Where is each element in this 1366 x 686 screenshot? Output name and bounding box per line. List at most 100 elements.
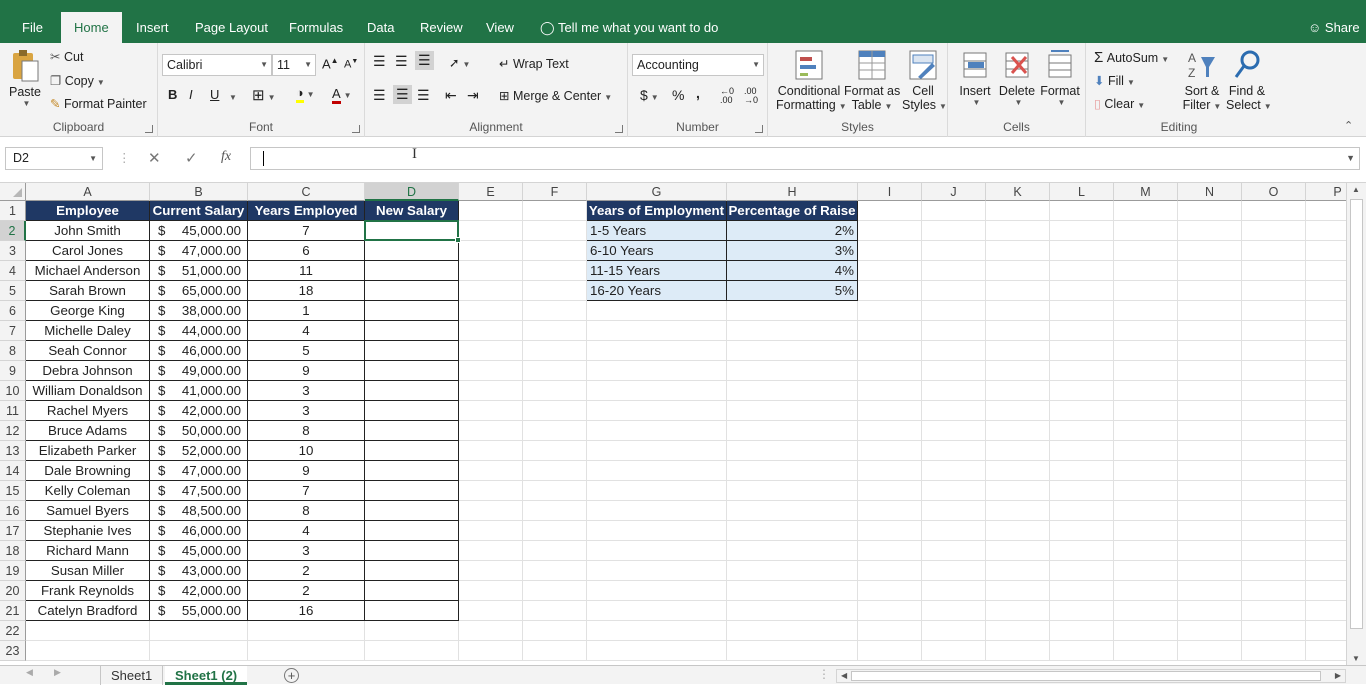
hscroll-thumb[interactable]: [851, 671, 1321, 681]
current-salary-cell[interactable]: $47,000.00: [150, 461, 248, 481]
new-salary-cell[interactable]: [365, 501, 459, 521]
cell-h8[interactable]: [727, 341, 858, 361]
cell-i14[interactable]: [858, 461, 922, 481]
cell-p15[interactable]: [1306, 481, 1346, 501]
row-header-9[interactable]: 9: [0, 361, 26, 381]
years-employed-cell[interactable]: 18: [248, 281, 365, 301]
current-salary-cell[interactable]: $44,000.00: [150, 321, 248, 341]
row-header-17[interactable]: 17: [0, 521, 26, 541]
cell-f19[interactable]: [523, 561, 587, 581]
cell-f12[interactable]: [523, 421, 587, 441]
cell-m2[interactable]: [1114, 221, 1178, 241]
employee-name-cell[interactable]: Michael Anderson: [26, 261, 150, 281]
cell-k18[interactable]: [986, 541, 1050, 561]
grow-font-button[interactable]: A▲: [322, 56, 339, 71]
cell-d23[interactable]: [365, 641, 459, 661]
cell-p14[interactable]: [1306, 461, 1346, 481]
cell-f11[interactable]: [523, 401, 587, 421]
percent-button[interactable]: %: [672, 87, 684, 103]
fill-button[interactable]: ⬇ Fill ▼: [1094, 73, 1135, 88]
cell-o13[interactable]: [1242, 441, 1306, 461]
row-header-19[interactable]: 19: [0, 561, 26, 581]
align-center-button[interactable]: ☰: [393, 85, 412, 104]
table-header-cell[interactable]: New Salary: [365, 201, 459, 221]
cell-o2[interactable]: [1242, 221, 1306, 241]
cell-h13[interactable]: [727, 441, 858, 461]
cell-f4[interactable]: [523, 261, 587, 281]
comma-button[interactable]: ,: [696, 85, 700, 101]
cell-h9[interactable]: [727, 361, 858, 381]
cell-p9[interactable]: [1306, 361, 1346, 381]
orientation-button[interactable]: ➚ ▼: [449, 55, 470, 70]
cell-n6[interactable]: [1178, 301, 1242, 321]
decrease-decimal-button[interactable]: .00 →0: [744, 87, 758, 105]
cell-m4[interactable]: [1114, 261, 1178, 281]
cell-i2[interactable]: [858, 221, 922, 241]
cell-n15[interactable]: [1178, 481, 1242, 501]
align-left-button[interactable]: ☰: [373, 87, 386, 104]
new-sheet-icon[interactable]: +: [284, 668, 299, 683]
cell-g11[interactable]: [587, 401, 727, 421]
cell-e17[interactable]: [459, 521, 523, 541]
row-header-7[interactable]: 7: [0, 321, 26, 341]
cell-c23[interactable]: [248, 641, 365, 661]
cell-n9[interactable]: [1178, 361, 1242, 381]
cell-f20[interactable]: [523, 581, 587, 601]
row-header-14[interactable]: 14: [0, 461, 26, 481]
years-employed-cell[interactable]: 8: [248, 501, 365, 521]
row-header-21[interactable]: 21: [0, 601, 26, 621]
new-salary-cell[interactable]: [365, 361, 459, 381]
cell-o3[interactable]: [1242, 241, 1306, 261]
cell-k2[interactable]: [986, 221, 1050, 241]
cell-f18[interactable]: [523, 541, 587, 561]
cell-o11[interactable]: [1242, 401, 1306, 421]
cell-n12[interactable]: [1178, 421, 1242, 441]
cell-m13[interactable]: [1114, 441, 1178, 461]
current-salary-cell[interactable]: $45,000.00: [150, 541, 248, 561]
current-salary-cell[interactable]: $41,000.00: [150, 381, 248, 401]
cell-i19[interactable]: [858, 561, 922, 581]
cell-k16[interactable]: [986, 501, 1050, 521]
cell-i9[interactable]: [858, 361, 922, 381]
share-button[interactable]: ☺ Share: [1306, 12, 1362, 43]
years-employed-cell[interactable]: 6: [248, 241, 365, 261]
cell-p20[interactable]: [1306, 581, 1346, 601]
cell-e4[interactable]: [459, 261, 523, 281]
underline-button[interactable]: U: [210, 87, 219, 102]
years-employed-cell[interactable]: 7: [248, 481, 365, 501]
tab-view[interactable]: View: [484, 12, 516, 43]
raise-range-cell[interactable]: 1-5 Years: [587, 221, 727, 241]
cell-o23[interactable]: [1242, 641, 1306, 661]
font-size-select[interactable]: 11 ▼: [272, 54, 316, 76]
cell-j10[interactable]: [922, 381, 986, 401]
employee-name-cell[interactable]: Kelly Coleman: [26, 481, 150, 501]
cell-n18[interactable]: [1178, 541, 1242, 561]
cell-e2[interactable]: [459, 221, 523, 241]
tab-file[interactable]: File: [20, 12, 45, 43]
cell-p10[interactable]: [1306, 381, 1346, 401]
cell-l13[interactable]: [1050, 441, 1114, 461]
employee-name-cell[interactable]: Dale Browning: [26, 461, 150, 481]
employee-name-cell[interactable]: Richard Mann: [26, 541, 150, 561]
cell-f15[interactable]: [523, 481, 587, 501]
column-header-e[interactable]: E: [459, 183, 523, 201]
cell-e20[interactable]: [459, 581, 523, 601]
column-header-k[interactable]: K: [986, 183, 1050, 201]
insert-function-button[interactable]: fx: [221, 149, 231, 165]
current-salary-cell[interactable]: $42,000.00: [150, 401, 248, 421]
worksheet-grid[interactable]: ABCDEFGHIJKLMNOP 1 2 3 4 5 6 7 8 9 10 11 12 13 14 15 16…: [0, 183, 1346, 665]
cell-p8[interactable]: [1306, 341, 1346, 361]
cell-m21[interactable]: [1114, 601, 1178, 621]
employee-name-cell[interactable]: Bruce Adams: [26, 421, 150, 441]
employee-name-cell[interactable]: Stephanie Ives: [26, 521, 150, 541]
cell-f23[interactable]: [523, 641, 587, 661]
years-employed-cell[interactable]: 1: [248, 301, 365, 321]
cell-j9[interactable]: [922, 361, 986, 381]
years-employed-cell[interactable]: 10: [248, 441, 365, 461]
cell-k21[interactable]: [986, 601, 1050, 621]
cell-l3[interactable]: [1050, 241, 1114, 261]
expand-formula-icon[interactable]: ▼: [1346, 148, 1355, 169]
fill-handle[interactable]: [455, 237, 461, 243]
cell-p11[interactable]: [1306, 401, 1346, 421]
cell-m20[interactable]: [1114, 581, 1178, 601]
